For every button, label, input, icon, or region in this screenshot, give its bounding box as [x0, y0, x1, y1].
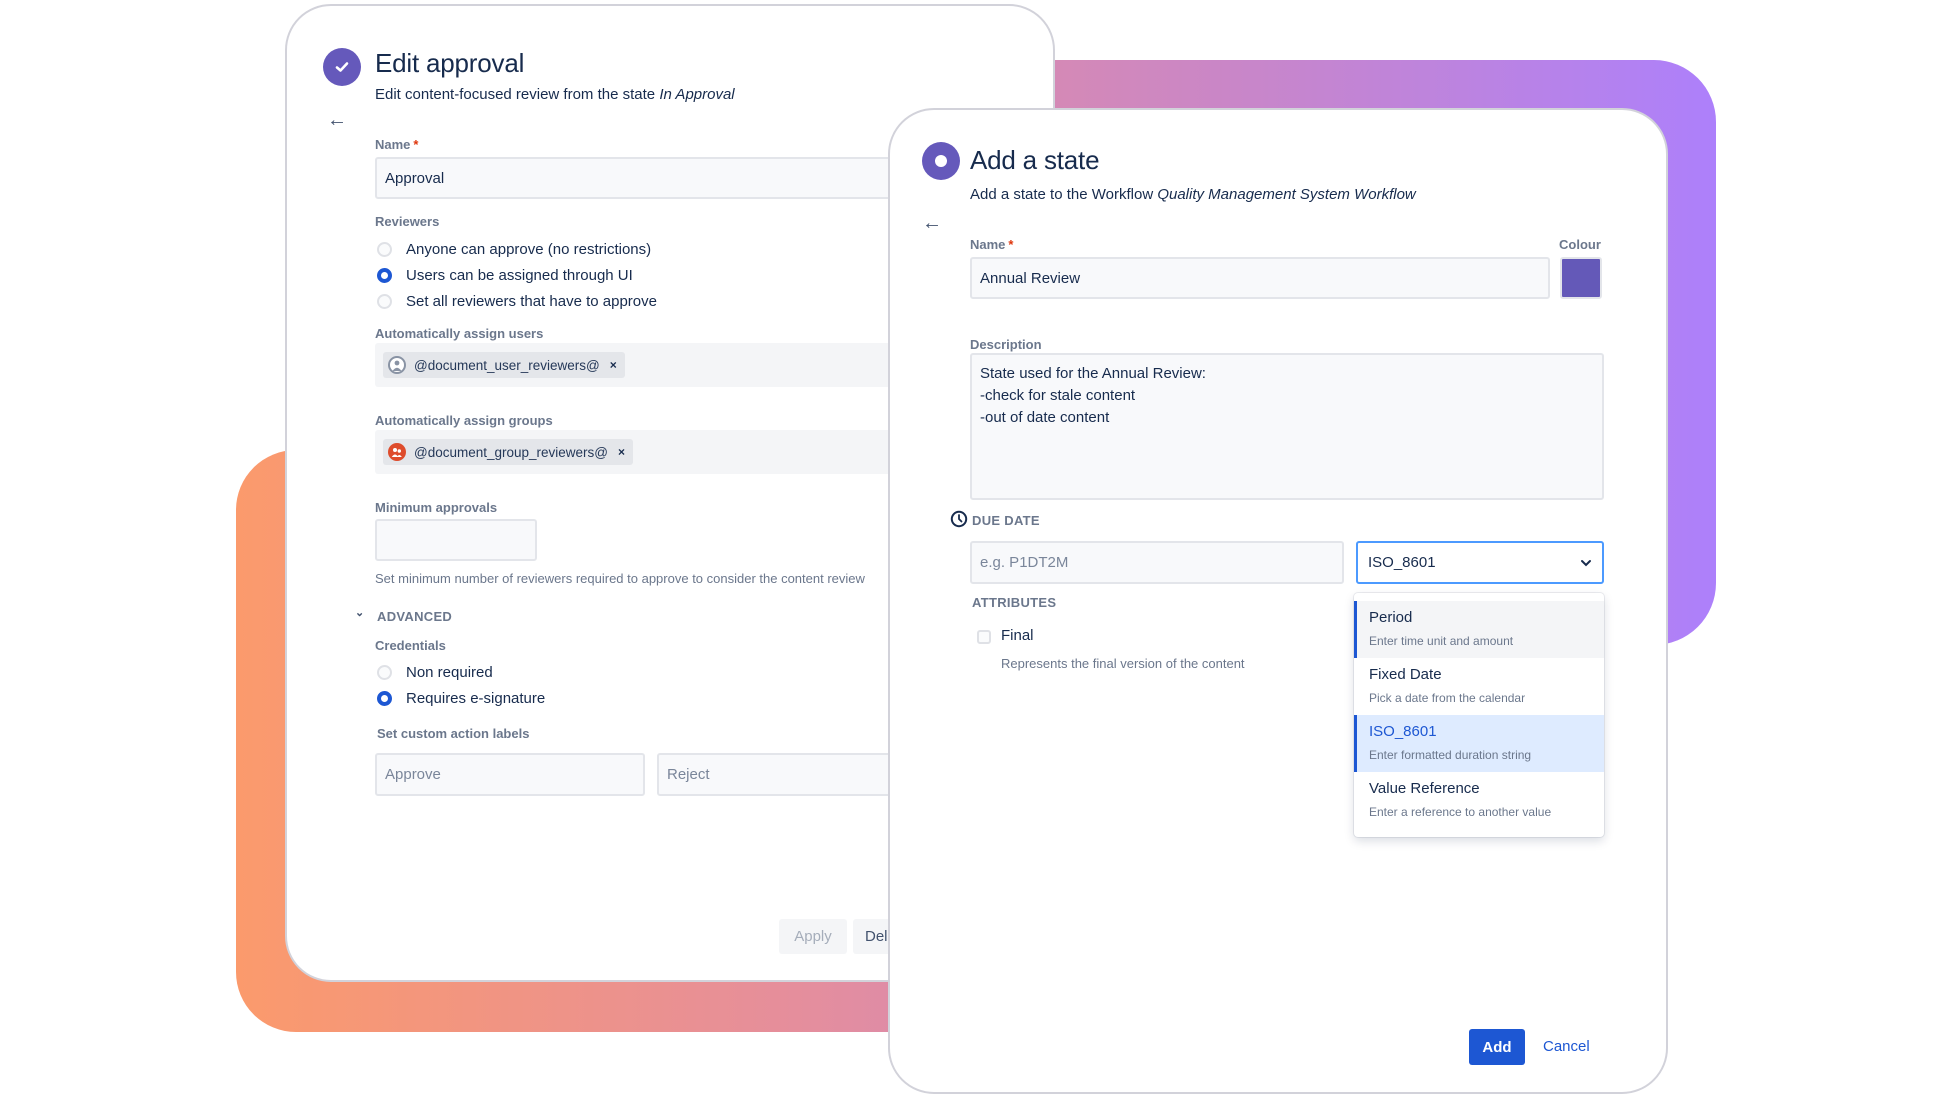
chip-label: @document_user_reviewers@	[414, 357, 600, 373]
panel-title: Edit approval	[375, 48, 525, 78]
approve-label-input[interactable]: Approve	[375, 753, 645, 796]
user-avatar-icon	[388, 356, 406, 374]
assign-users-label: Automatically assign users	[375, 326, 544, 341]
arrow-left-icon[interactable]: ←	[922, 213, 942, 233]
attributes-label: ATTRIBUTES	[972, 595, 1057, 610]
option-desc: Enter formatted duration string	[1369, 748, 1532, 762]
min-approvals-help: Set minimum number of reviewers required…	[375, 571, 865, 586]
check-circle-icon	[323, 48, 361, 86]
required-mark: *	[413, 137, 419, 152]
min-approvals-input[interactable]	[375, 519, 537, 561]
reviewer-option-all[interactable]: Set all reviewers that have to approve	[377, 288, 657, 314]
reviewer-option-anyone[interactable]: Anyone can approve (no restrictions)	[377, 236, 657, 262]
arrow-left-icon[interactable]: ←	[327, 110, 347, 130]
cancel-button[interactable]: Cancel	[1543, 1038, 1590, 1055]
menu-option-iso-8601[interactable]: ISO_8601 Enter formatted duration string	[1354, 715, 1604, 772]
radio-label: Non required	[406, 663, 493, 681]
radio-none[interactable]	[377, 664, 392, 680]
group-avatar-icon	[388, 443, 406, 461]
credential-option-none[interactable]: Non required	[377, 659, 545, 685]
panel-subtitle: Edit content-focused review from the sta…	[375, 86, 735, 103]
final-help: Represents the final version of the cont…	[1001, 656, 1245, 671]
assign-groups-label: Automatically assign groups	[375, 413, 553, 428]
option-desc: Enter time unit and amount	[1369, 634, 1514, 648]
reviewer-option-ui[interactable]: Users can be assigned through UI	[377, 262, 657, 288]
radio-all[interactable]	[377, 293, 392, 309]
option-title: Period	[1369, 609, 1413, 626]
due-date-input[interactable]: e.g. P1DT2M	[970, 541, 1344, 584]
final-checkbox[interactable]	[977, 630, 991, 644]
due-date-type-select[interactable]: ISO_8601	[1356, 541, 1604, 584]
description-label: Description	[970, 337, 1042, 352]
chevron-down-icon	[1580, 554, 1592, 571]
option-desc: Enter a reference to another value	[1369, 805, 1552, 819]
circle-dot-icon	[922, 142, 960, 180]
menu-option-period[interactable]: Period Enter time unit and amount	[1354, 601, 1604, 658]
required-mark: *	[1008, 237, 1014, 252]
name-label-text: Name	[375, 137, 411, 152]
option-title: Value Reference	[1369, 780, 1480, 797]
name-label-text: Name	[970, 237, 1006, 252]
apply-button[interactable]: Apply	[779, 919, 847, 954]
remove-chip-icon[interactable]: ×	[618, 445, 625, 459]
clock-icon	[950, 510, 968, 533]
name-label: Name *	[970, 237, 1013, 252]
min-approvals-label: Minimum approvals	[375, 500, 498, 515]
radio-label: Requires e-signature	[406, 689, 546, 707]
reviewers-label: Reviewers	[375, 214, 440, 229]
subtitle-state: In Approval	[659, 86, 735, 103]
credentials-label: Credentials	[375, 638, 446, 653]
colour-swatch[interactable]	[1560, 257, 1602, 299]
radio-anyone[interactable]	[377, 241, 392, 257]
advanced-toggle[interactable]: ADVANCED	[377, 609, 452, 624]
subtitle-text: Edit content-focused review from the sta…	[375, 86, 660, 103]
subtitle-workflow: Quality Management System Workflow	[1157, 186, 1416, 203]
radio-esign-selected[interactable]	[377, 690, 392, 706]
menu-option-fixed-date[interactable]: Fixed Date Pick a date from the calendar	[1354, 658, 1604, 715]
group-chip: @document_group_reviewers@ ×	[383, 439, 634, 465]
due-date-label: DUE DATE	[972, 513, 1040, 528]
select-value: ISO_8601	[1368, 554, 1436, 571]
option-title: Fixed Date	[1369, 666, 1442, 683]
final-label: Final	[1001, 627, 1034, 644]
radio-label: Anyone can approve (no restrictions)	[406, 240, 652, 258]
option-title: ISO_8601	[1369, 723, 1437, 740]
credentials-radio-group: Non required Requires e-signature	[377, 659, 545, 711]
radio-label: Set all reviewers that have to approve	[406, 292, 657, 310]
add-button[interactable]: Add	[1469, 1029, 1525, 1065]
panel-title: Add a state	[970, 145, 1100, 175]
description-textarea[interactable]: State used for the Annual Review: -check…	[970, 353, 1604, 500]
panel-subtitle: Add a state to the Workflow Quality Mana…	[970, 186, 1416, 203]
state-name-input[interactable]: Annual Review	[970, 257, 1550, 299]
name-label: Name *	[375, 137, 418, 152]
remove-chip-icon[interactable]: ×	[610, 358, 617, 372]
chevron-down-icon[interactable]: ⌄	[355, 606, 364, 619]
user-chip: @document_user_reviewers@ ×	[383, 352, 625, 378]
subtitle-text: Add a state to the Workflow	[970, 186, 1158, 203]
radio-label: Users can be assigned through UI	[406, 266, 633, 284]
credential-option-esign[interactable]: Requires e-signature	[377, 685, 545, 711]
radio-ui-selected[interactable]	[377, 267, 392, 283]
chip-label: @document_group_reviewers@	[414, 444, 609, 460]
due-date-type-menu: Period Enter time unit and amount Fixed …	[1354, 593, 1604, 837]
colour-label: Colour	[1559, 237, 1601, 252]
reviewers-radio-group: Anyone can approve (no restrictions) Use…	[377, 236, 657, 314]
custom-labels-label: Set custom action labels	[377, 726, 530, 741]
option-desc: Pick a date from the calendar	[1369, 691, 1526, 705]
menu-option-value-reference[interactable]: Value Reference Enter a reference to ano…	[1354, 772, 1604, 829]
